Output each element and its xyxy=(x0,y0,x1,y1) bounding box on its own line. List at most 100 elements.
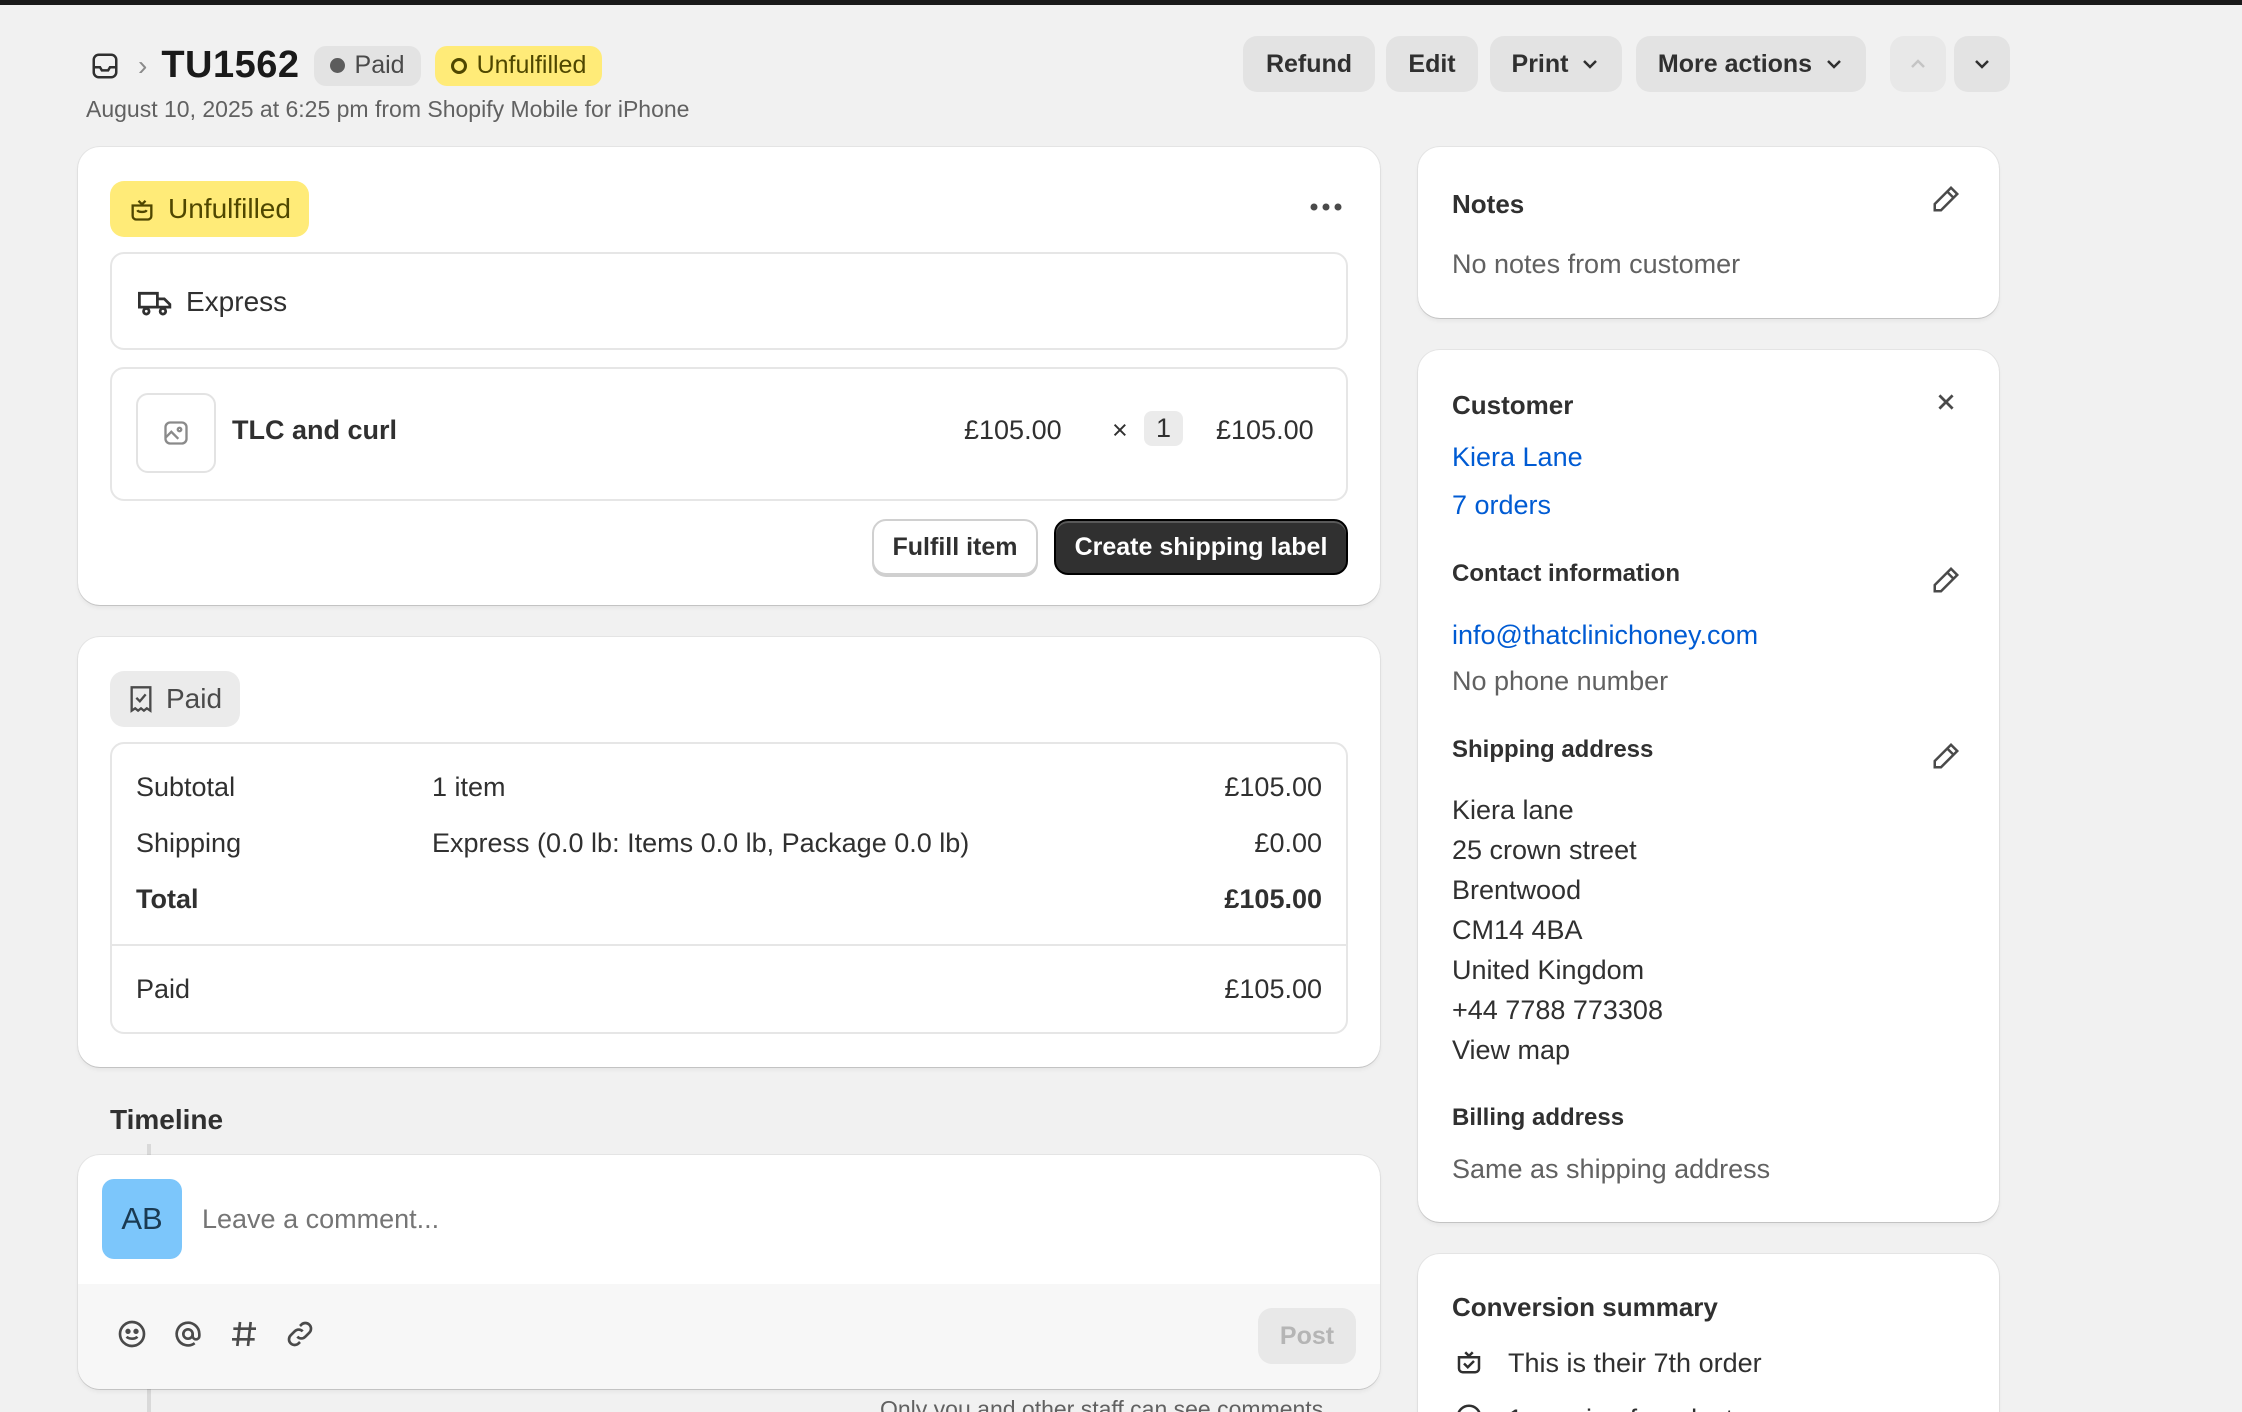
breadcrumb: › TU1562 Paid Unfulfilled xyxy=(86,44,603,87)
refund-label: Refund xyxy=(1265,49,1353,78)
orders-inbox-icon[interactable] xyxy=(86,47,124,85)
chevron-right-icon: › xyxy=(138,49,148,81)
paid-status-pill: Paid xyxy=(110,671,241,727)
shipping-method-label: Express xyxy=(186,286,288,317)
view-map-link[interactable]: View map xyxy=(1452,1030,1663,1070)
shipping-address-title: Shipping address xyxy=(1452,736,1654,763)
order-header: › TU1562 Paid Unfulfilled August 10, 202… xyxy=(86,36,2010,128)
comments-visibility-note: Only you and other staff can see comment… xyxy=(880,1396,1324,1412)
paid-label: Paid xyxy=(136,974,191,1004)
chevron-down-icon xyxy=(1975,60,1989,69)
edit-pencil-icon[interactable] xyxy=(1926,560,1966,600)
more-options-icon[interactable] xyxy=(1300,187,1352,227)
comment-input[interactable] xyxy=(202,1189,1302,1249)
unit-price: £105.00 xyxy=(964,415,1062,445)
product-thumbnail xyxy=(136,393,216,473)
edit-label: Edit xyxy=(1408,49,1456,78)
billing-address-title: Billing address xyxy=(1452,1104,1625,1131)
window-top-border xyxy=(0,0,2242,5)
unfulfilled-status-pill: Unfulfilled xyxy=(110,181,309,237)
print-button[interactable]: Print xyxy=(1490,36,1622,92)
line-item-box: TLC and curl £105.00 × 1 £105.00 xyxy=(110,367,1348,501)
more-actions-button[interactable]: More actions xyxy=(1636,36,1866,92)
order-title: TU1562 xyxy=(161,44,300,86)
hashtag-icon[interactable] xyxy=(224,1314,264,1354)
fulfillment-status-label: Unfulfilled xyxy=(476,51,587,79)
edit-button[interactable]: Edit xyxy=(1386,36,1478,92)
line-total: £105.00 xyxy=(1216,415,1314,445)
delivery-truck-icon xyxy=(138,291,172,316)
address-line: 25 crown street xyxy=(1452,835,1637,865)
fulfill-item-button[interactable]: Fulfill item xyxy=(872,519,1038,575)
session-icon xyxy=(1457,1404,1481,1412)
divider xyxy=(112,944,1346,946)
status-dot-icon xyxy=(329,58,345,73)
notes-card: Notes No notes from customer xyxy=(1418,147,1999,318)
timeline-title: Timeline xyxy=(110,1104,224,1135)
refund-button[interactable]: Refund xyxy=(1243,36,1375,92)
customer-name-link[interactable]: Kiera Lane xyxy=(1452,442,1583,473)
payment-status-label: Paid xyxy=(354,51,405,79)
edit-pencil-icon[interactable] xyxy=(1926,736,1966,776)
create-shipping-label-label: Create shipping label xyxy=(1074,532,1328,561)
comment-composer: AB Post xyxy=(78,1155,1380,1389)
edit-pencil-icon[interactable] xyxy=(1926,179,1966,219)
shipping-address-block: Kiera lane 25 crown street Brentwood CM1… xyxy=(1452,790,1663,1070)
shipping-method-box: Express xyxy=(110,252,1348,350)
address-line: Brentwood xyxy=(1452,875,1582,905)
order-subline: August 10, 2025 at 6:25 pm from Shopify … xyxy=(86,96,690,122)
close-icon[interactable] xyxy=(1926,382,1966,422)
paid-amount: £105.00 xyxy=(1224,974,1322,1004)
notes-body: No notes from customer xyxy=(1452,249,1741,279)
unfulfilled-box-icon xyxy=(131,200,153,221)
customer-title: Customer xyxy=(1452,390,1574,420)
summary-amount: £105.00 xyxy=(1224,884,1322,914)
repeat-order-icon xyxy=(1457,1351,1481,1374)
payment-card: Paid Subtotal 1 item £105.00 Shipping Ex… xyxy=(78,637,1380,1067)
attachment-link-icon[interactable] xyxy=(280,1314,320,1354)
customer-email-link[interactable]: info@thatclinichoney.com xyxy=(1452,620,1758,651)
payment-status-badge: Paid xyxy=(313,45,421,86)
mention-icon[interactable] xyxy=(168,1314,208,1354)
summary-detail: 1 item xyxy=(432,772,506,802)
address-line: CM14 4BA xyxy=(1452,915,1583,945)
customer-phone: No phone number xyxy=(1452,666,1669,696)
customer-card: Customer Kiera Lane 7 orders Contact inf… xyxy=(1418,350,1999,1222)
conversion-summary-title: Conversion summary xyxy=(1452,1292,1718,1322)
status-ring-icon xyxy=(450,57,467,74)
chevron-down-icon xyxy=(1583,60,1598,69)
conversion-sessions: 1 session from last... xyxy=(1508,1404,1756,1412)
post-button[interactable]: Post xyxy=(1258,1308,1356,1364)
emoji-icon[interactable] xyxy=(112,1314,152,1354)
summary-label: Shipping xyxy=(136,828,242,858)
fulfillment-card: Unfulfilled Express TLC and curl £105.00… xyxy=(78,147,1380,605)
print-label: Print xyxy=(1511,49,1569,78)
address-line: +44 7788 773308 xyxy=(1452,995,1663,1025)
quantity-badge: 1 xyxy=(1144,411,1184,446)
unfulfilled-status-label: Unfulfilled xyxy=(168,193,291,224)
summary-amount: £0.00 xyxy=(1254,828,1322,858)
times-sign: × xyxy=(1112,415,1128,445)
composer-toolbar: Post xyxy=(78,1284,1380,1389)
summary-label: Total xyxy=(136,884,199,914)
customer-orders-link[interactable]: 7 orders xyxy=(1452,490,1551,521)
fulfill-item-label: Fulfill item xyxy=(892,532,1018,561)
contact-info-title: Contact information xyxy=(1452,560,1680,587)
fulfillment-status-badge: Unfulfilled xyxy=(434,45,603,86)
summary-label: Subtotal xyxy=(136,772,236,802)
next-order-button[interactable] xyxy=(1954,36,2010,92)
product-name[interactable]: TLC and curl xyxy=(232,415,397,446)
summary-amount: £105.00 xyxy=(1224,772,1322,802)
conversion-order-count: This is their 7th order xyxy=(1508,1348,1762,1378)
payment-summary-box: Subtotal 1 item £105.00 Shipping Express… xyxy=(110,742,1348,1034)
create-shipping-label-button[interactable]: Create shipping label xyxy=(1054,519,1348,575)
chevron-down-icon xyxy=(1827,60,1841,69)
summary-detail: Express (0.0 lb: Items 0.0 lb, Package 0… xyxy=(432,828,970,858)
address-line: United Kingdom xyxy=(1452,955,1645,985)
conversion-summary-card: Conversion summary This is their 7th ord… xyxy=(1418,1254,1999,1412)
notes-title: Notes xyxy=(1452,189,1525,219)
previous-order-button[interactable] xyxy=(1890,36,1946,92)
paid-status-label: Paid xyxy=(166,683,223,714)
image-placeholder-icon xyxy=(164,421,188,445)
avatar: AB xyxy=(102,1179,182,1259)
